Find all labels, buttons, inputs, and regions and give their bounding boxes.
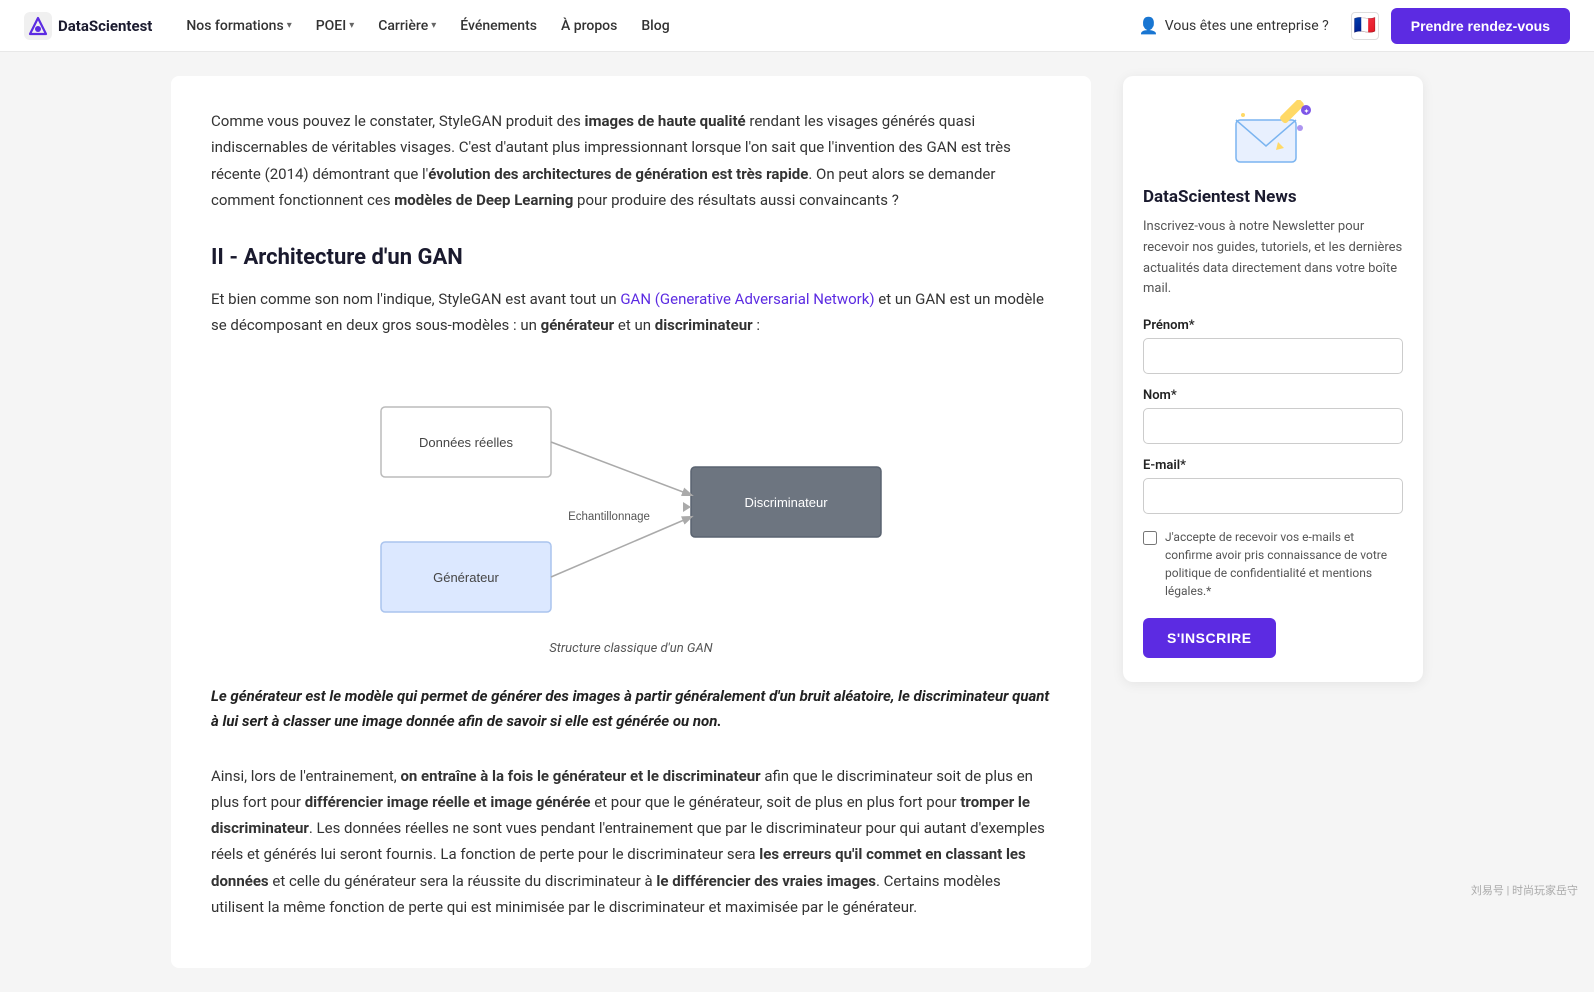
gan-diagram-wrapper: Données réelles Générateur Discriminateu… bbox=[211, 367, 1051, 656]
logo-link[interactable]: DataScientest bbox=[24, 12, 152, 40]
nav-item-nos-formations[interactable]: Nos formations▾ bbox=[176, 12, 301, 40]
enterprise-label: Vous êtes une entreprise ? bbox=[1165, 18, 1329, 34]
svg-text:Echantillonnage: Echantillonnage bbox=[568, 511, 650, 523]
email-label: E-mail* bbox=[1143, 458, 1403, 473]
subscribe-button[interactable]: S'INSCRIRE bbox=[1143, 618, 1276, 658]
article-final-paragraph: Ainsi, lors de l'entrainement, on entraî… bbox=[211, 763, 1051, 921]
article-intro: Comme vous pouvez le constater, StyleGAN… bbox=[211, 108, 1051, 213]
consent-checkbox[interactable] bbox=[1143, 531, 1157, 545]
final-bold-2: différencier image réelle et image génér… bbox=[305, 793, 591, 811]
nav-item-à-propos[interactable]: À propos bbox=[551, 12, 627, 40]
final-text-3: et pour que le générateur, soit de plus … bbox=[591, 793, 961, 811]
logo-text: DataScientest bbox=[58, 17, 152, 35]
article-blockquote: Le générateur est le modèle qui permet d… bbox=[211, 684, 1051, 735]
chevron-down-icon: ▾ bbox=[431, 20, 436, 31]
svg-text:✦: ✦ bbox=[1304, 108, 1310, 116]
section-title: II - Architecture d'un GAN bbox=[211, 245, 1051, 270]
prenom-input[interactable] bbox=[1143, 338, 1403, 374]
svg-text:Données réelles: Données réelles bbox=[419, 435, 513, 450]
enterprise-button[interactable]: 👤 Vous êtes une entreprise ? bbox=[1129, 10, 1339, 41]
nav-item-carrière[interactable]: Carrière▾ bbox=[368, 12, 446, 40]
section-intro-4: : bbox=[753, 316, 760, 334]
nom-input[interactable] bbox=[1143, 408, 1403, 444]
prenom-label: Prénom* bbox=[1143, 318, 1403, 333]
gan-link[interactable]: GAN (Generative Adversarial Network) bbox=[620, 290, 874, 308]
final-text-5: et celle du générateur sera la réussite … bbox=[269, 872, 657, 890]
newsletter-desc: Inscrivez-vous à notre Newsletter pour r… bbox=[1143, 217, 1403, 300]
newsletter-card: ✦ DataScientest News Inscrivez-vous à no… bbox=[1123, 76, 1423, 682]
chevron-down-icon: ▾ bbox=[287, 20, 292, 31]
section-bold-2: discriminateur bbox=[655, 316, 753, 334]
page-content: Comme vous pouvez le constater, StyleGAN… bbox=[147, 52, 1447, 992]
svg-text:Discriminateur: Discriminateur bbox=[744, 495, 828, 510]
final-bold-1: on entraîne à la fois le générateur et l… bbox=[400, 767, 760, 785]
checkbox-row: J'accepte de recevoir vos e-mails et con… bbox=[1143, 528, 1403, 600]
nav-item-événements[interactable]: Événements bbox=[450, 12, 547, 40]
nav-item-blog[interactable]: Blog bbox=[631, 12, 679, 40]
section-intro-1: Et bien comme son nom l'indique, StyleGA… bbox=[211, 290, 620, 308]
chevron-down-icon: ▾ bbox=[349, 20, 354, 31]
svg-text:Générateur: Générateur bbox=[433, 570, 499, 585]
intro-text-4: pour produire des résultats aussi convai… bbox=[573, 191, 899, 209]
article-main: Comme vous pouvez le constater, StyleGAN… bbox=[171, 76, 1091, 968]
consent-label: J'accepte de recevoir vos e-mails et con… bbox=[1165, 528, 1403, 600]
newsletter-icon: ✦ bbox=[1228, 100, 1318, 175]
watermark: 刘易号 | 时尚玩家岳守 bbox=[1471, 882, 1578, 898]
final-bold-5: le différencier des vraies images bbox=[656, 872, 876, 890]
final-text-1: Ainsi, lors de l'entrainement, bbox=[211, 767, 400, 785]
sidebar: ✦ DataScientest News Inscrivez-vous à no… bbox=[1123, 76, 1423, 968]
flag-emoji: 🇫🇷 bbox=[1354, 15, 1376, 36]
main-nav: Nos formations▾POEI▾Carrière▾ÉvénementsÀ… bbox=[176, 12, 1120, 40]
section-intro-3: et un bbox=[614, 316, 655, 334]
section-intro-paragraph: Et bien comme son nom l'indique, StyleGA… bbox=[211, 286, 1051, 339]
navbar: DataScientest Nos formations▾POEI▾Carriè… bbox=[0, 0, 1594, 52]
intro-bold-1: images de haute qualité bbox=[585, 112, 746, 130]
email-input[interactable] bbox=[1143, 478, 1403, 514]
cta-button[interactable]: Prendre rendez-vous bbox=[1391, 8, 1570, 44]
intro-bold-3: modèles de Deep Learning bbox=[394, 191, 573, 209]
newsletter-icon-area: ✦ bbox=[1143, 100, 1403, 175]
diagram-caption: Structure classique d'un GAN bbox=[549, 641, 712, 656]
logo-icon bbox=[24, 12, 52, 40]
intro-text-1: Comme vous pouvez le constater, StyleGAN… bbox=[211, 112, 585, 130]
nav-item-poei[interactable]: POEI▾ bbox=[306, 12, 365, 40]
nom-label: Nom* bbox=[1143, 388, 1403, 403]
section-bold-1: générateur bbox=[541, 316, 615, 334]
intro-bold-2: évolution des architectures de génératio… bbox=[428, 165, 808, 183]
navbar-right: 👤 Vous êtes une entreprise ? 🇫🇷 Prendre … bbox=[1129, 8, 1570, 44]
newsletter-title: DataScientest News bbox=[1143, 187, 1403, 207]
language-selector[interactable]: 🇫🇷 bbox=[1351, 12, 1379, 40]
gan-diagram: Données réelles Générateur Discriminateu… bbox=[351, 367, 911, 631]
